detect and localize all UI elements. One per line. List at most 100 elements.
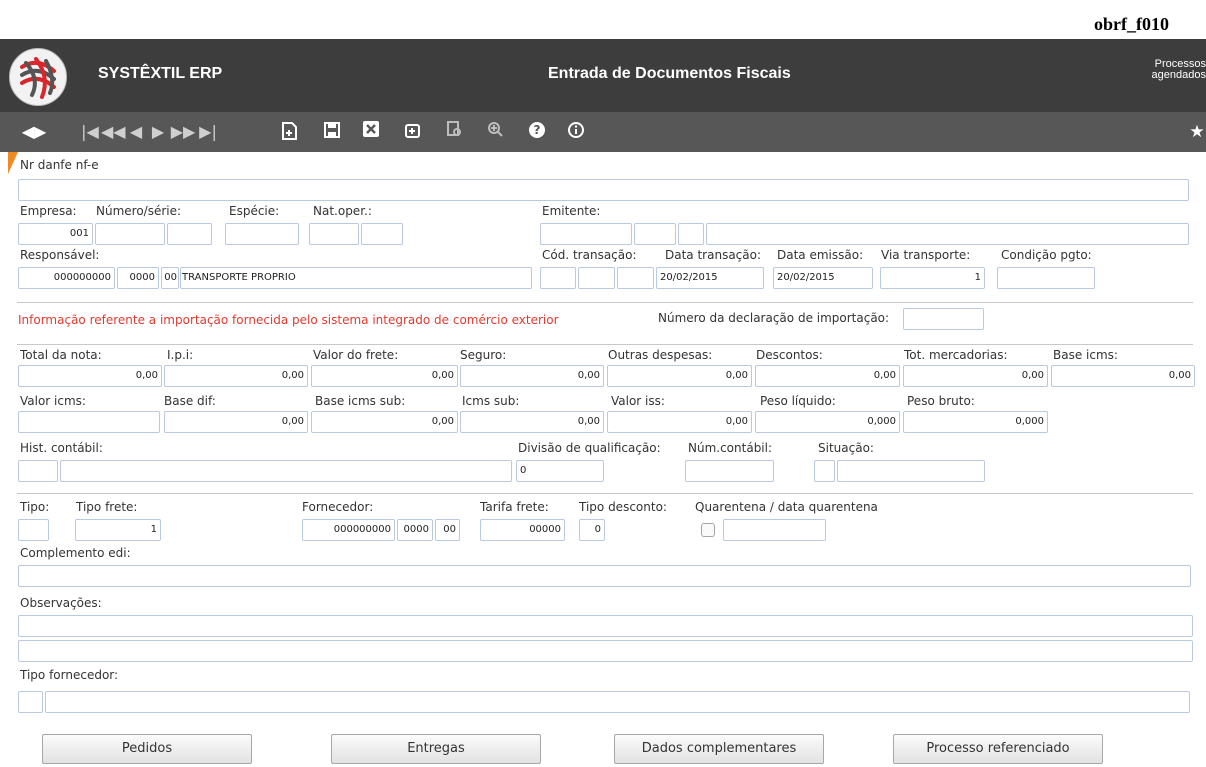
delete-icon[interactable] — [362, 121, 380, 143]
hist-contabil-label: Hist. contábil: — [20, 441, 103, 455]
icms-sub-label: Icms sub: — [462, 394, 520, 408]
divisao-qualificacao-label: Divisão de qualificação: — [518, 441, 661, 455]
condicao-pgto-input[interactable] — [997, 267, 1095, 289]
num-declaracao-input[interactable] — [903, 308, 984, 330]
fornecedor-code-input[interactable]: 000000000 — [302, 519, 395, 541]
prev-record-icon[interactable]: ◀ — [126, 121, 146, 143]
nr-danfe-label: Nr danfe nf-e — [20, 158, 99, 172]
info-icon[interactable] — [566, 121, 586, 143]
fornecedor-seq-input[interactable]: 00 — [435, 519, 460, 541]
scheduled-processes-link[interactable]: Processos agendados — [1140, 59, 1206, 81]
nat-oper-input[interactable] — [309, 223, 359, 245]
tipo-fornecedor-code-input[interactable] — [18, 691, 43, 713]
tipo-input[interactable] — [18, 519, 49, 541]
last-record-icon[interactable]: ▶| — [198, 121, 218, 143]
save-icon[interactable] — [322, 121, 342, 143]
tipo-frete-label: Tipo frete: — [76, 500, 138, 514]
emitente-code-input[interactable] — [540, 223, 632, 245]
help-icon[interactable]: ? — [527, 121, 547, 143]
tipo-desconto-label: Tipo desconto: — [579, 500, 667, 514]
valor-frete-input[interactable]: 0,00 — [311, 365, 458, 387]
complemento-edi-input[interactable] — [18, 565, 1191, 587]
data-emissao-input[interactable]: 20/02/2015 — [773, 267, 873, 289]
pedidos-button[interactable]: Pedidos — [42, 734, 252, 764]
complemento-edi-label: Complemento edi: — [20, 546, 131, 560]
serie-input[interactable] — [167, 223, 212, 245]
add-detail-icon[interactable] — [403, 121, 423, 143]
separator — [17, 344, 1193, 345]
tarifa-frete-input[interactable]: 00000 — [480, 519, 565, 541]
ipi-label: I.p.i: — [167, 348, 194, 362]
separator — [17, 302, 1193, 303]
cod-transacao-2-input[interactable] — [578, 267, 615, 289]
data-transacao-label: Data transação: — [665, 248, 762, 262]
numero-serie-label: Número/série: — [96, 204, 182, 218]
next-record-icon[interactable]: ▶ — [148, 121, 168, 143]
base-dif-label: Base dif: — [164, 394, 216, 408]
tipo-fornecedor-label: Tipo fornecedor: — [20, 668, 119, 682]
icms-sub-input[interactable]: 0,00 — [460, 411, 604, 433]
entregas-button[interactable]: Entregas — [331, 734, 541, 764]
observacoes-input-1[interactable] — [18, 615, 1193, 637]
valor-iss-input[interactable]: 0,00 — [607, 411, 752, 433]
report-icon[interactable] — [444, 121, 464, 143]
responsavel-code-input[interactable]: 000000000 — [18, 267, 115, 289]
nat-oper-seq-input[interactable] — [361, 223, 403, 245]
base-icms-sub-input[interactable]: 0,00 — [311, 411, 458, 433]
responsavel-seq-input[interactable]: 00 — [161, 267, 179, 289]
first-record-icon[interactable]: |◀ — [80, 121, 100, 143]
total-nota-input[interactable]: 0,00 — [18, 365, 162, 387]
valor-icms-label: Valor icms: — [20, 394, 86, 408]
emitente-seq-input[interactable] — [678, 223, 704, 245]
quarentena-checkbox[interactable] — [701, 523, 715, 537]
zoom-icon[interactable] — [485, 121, 505, 143]
cod-transacao-input[interactable] — [540, 267, 576, 289]
base-dif-input[interactable]: 0,00 — [164, 411, 308, 433]
especie-input[interactable] — [225, 223, 299, 245]
base-icms-sub-label: Base icms sub: — [315, 394, 406, 408]
page-title: Entrada de Documentos Fiscais — [548, 65, 791, 82]
valor-icms-input[interactable] — [18, 411, 160, 433]
hist-contabil-code-input[interactable] — [18, 460, 58, 482]
dados-complementares-button[interactable]: Dados complementares — [614, 734, 824, 764]
nav-prev-next-icon[interactable]: ◀▶ — [16, 121, 52, 143]
numero-input[interactable] — [95, 223, 165, 245]
emitente-sub-input[interactable] — [634, 223, 676, 245]
total-nota-label: Total da nota: — [20, 348, 102, 362]
tipo-desconto-input[interactable]: 0 — [579, 519, 605, 541]
num-contabil-input[interactable] — [685, 460, 774, 482]
data-transacao-input[interactable]: 20/02/2015 — [656, 267, 764, 289]
favorite-star-icon[interactable]: ★ — [1188, 121, 1206, 143]
peso-liquido-input[interactable]: 0,000 — [755, 411, 900, 433]
situacao-code-input[interactable] — [814, 460, 835, 482]
prev-page-icon[interactable]: ◀◀ — [101, 121, 126, 143]
responsavel-name-input[interactable]: TRANSPORTE PROPRIO — [180, 267, 532, 289]
tipo-fornecedor-desc-input[interactable] — [45, 691, 1190, 713]
base-icms-input[interactable]: 0,00 — [1051, 365, 1195, 387]
tipo-frete-input[interactable]: 1 — [75, 519, 161, 541]
cod-transacao-3-input[interactable] — [617, 267, 654, 289]
data-quarentena-input[interactable] — [723, 519, 826, 541]
peso-bruto-input[interactable]: 0,000 — [903, 411, 1048, 433]
emitente-name-input[interactable] — [706, 223, 1189, 245]
processo-referenciado-button[interactable]: Processo referenciado — [893, 734, 1103, 764]
fornecedor-sub-input[interactable]: 0000 — [397, 519, 433, 541]
new-record-icon[interactable] — [280, 121, 300, 143]
responsavel-sub-input[interactable]: 0000 — [117, 267, 159, 289]
observacoes-input-2[interactable] — [18, 640, 1193, 662]
empresa-input[interactable]: 001 — [18, 223, 93, 245]
via-transporte-input[interactable]: 1 — [880, 267, 985, 289]
valor-iss-label: Valor iss: — [611, 394, 665, 408]
next-page-icon[interactable]: ▶▶ — [170, 121, 196, 143]
valor-frete-label: Valor do frete: — [313, 348, 399, 362]
outras-despesas-input[interactable]: 0,00 — [607, 365, 752, 387]
descontos-input[interactable]: 0,00 — [755, 365, 900, 387]
corner-marker — [8, 152, 18, 174]
ipi-input[interactable]: 0,00 — [164, 365, 308, 387]
tot-mercadorias-input[interactable]: 0,00 — [903, 365, 1048, 387]
nr-danfe-input[interactable] — [18, 179, 1189, 201]
seguro-input[interactable]: 0,00 — [460, 365, 604, 387]
situacao-desc-input[interactable] — [837, 460, 985, 482]
divisao-qualificacao-input[interactable]: 0 — [516, 460, 604, 482]
hist-contabil-desc-input[interactable] — [60, 460, 512, 482]
